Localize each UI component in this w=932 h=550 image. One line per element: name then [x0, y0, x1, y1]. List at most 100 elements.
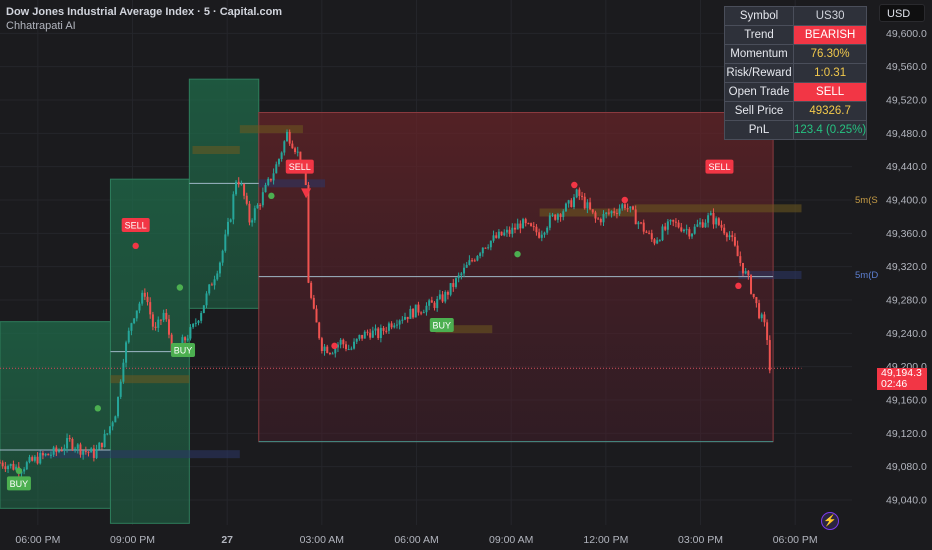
candle-body [454, 278, 457, 287]
candle-body [594, 212, 597, 219]
candle-body [548, 215, 551, 228]
candle-body [288, 131, 291, 144]
candle-body [159, 319, 162, 321]
candle-body [210, 284, 213, 286]
last-price-label: 49,194.3 02:46 [877, 368, 927, 390]
candle-body [310, 282, 313, 298]
candle-body [151, 314, 154, 327]
candle-body [744, 271, 747, 274]
candle-body [685, 229, 688, 231]
candle-body [143, 292, 146, 297]
bar-countdown: 02:46 [881, 378, 908, 390]
candle-body [232, 194, 235, 220]
candle-body [581, 195, 584, 197]
candle-body [599, 218, 602, 223]
candle-body [138, 303, 141, 311]
candle-body [471, 260, 474, 262]
candle-body [602, 214, 605, 223]
candle-body [650, 233, 653, 240]
candle-body [404, 316, 407, 320]
candle-body [669, 219, 672, 222]
candle-body [39, 453, 42, 464]
candle-body [44, 453, 47, 456]
candle-body [446, 291, 449, 295]
candle-body [680, 227, 683, 232]
candle-body [307, 185, 310, 283]
candle-body [656, 240, 659, 244]
candle-body [731, 235, 734, 238]
svg-text:SELL: SELL [289, 162, 311, 172]
candle-body [135, 310, 138, 319]
svg-text:BUY: BUY [10, 479, 29, 489]
candle-body [377, 328, 380, 338]
candle-body [519, 223, 522, 229]
candle-body [68, 438, 71, 440]
info-label: Sell Price [724, 101, 794, 121]
svg-text:BUY: BUY [433, 321, 452, 331]
candle-body [648, 232, 651, 234]
x-tick-label: 06:00 AM [394, 534, 438, 546]
candle-body [358, 334, 361, 339]
candle-body [106, 433, 109, 435]
candle-body [226, 221, 229, 235]
svg-text:SELL: SELL [125, 221, 147, 231]
y-tick-label: 49,480.0 [886, 128, 927, 140]
currency-selector[interactable]: USD [879, 4, 925, 22]
candle-body [409, 308, 412, 319]
candle-body [425, 305, 428, 313]
candle-body [412, 308, 415, 318]
candle-body [449, 283, 452, 295]
candle-body [766, 322, 769, 341]
candle-body [712, 212, 715, 225]
candle-body [554, 214, 557, 220]
candle-body [634, 209, 637, 225]
candle-body [430, 300, 433, 303]
flash-icon[interactable]: ⚡ [821, 512, 839, 530]
candle-body [414, 304, 417, 318]
candle-body [390, 323, 393, 328]
candle-body [275, 164, 278, 174]
candle-body [331, 353, 334, 355]
y-tick-label: 49,040.0 [886, 495, 927, 507]
candle-body [642, 222, 645, 232]
candle-body [87, 451, 90, 453]
candle-body [256, 205, 259, 209]
candle-body [741, 262, 744, 274]
info-label: Momentum [724, 44, 794, 64]
signal-dot-up [15, 467, 23, 475]
candle-body [503, 232, 506, 236]
candle-body [387, 323, 390, 331]
candle-body [267, 178, 270, 185]
info-value: US30 [792, 6, 868, 26]
svg-text:SELL: SELL [708, 162, 730, 172]
candle-body [114, 416, 117, 423]
candle-body [492, 235, 495, 241]
candle-body [350, 348, 353, 350]
x-tick-label: 03:00 PM [678, 534, 723, 546]
candle-body [586, 202, 589, 209]
candle-body [361, 334, 364, 339]
candle-body [149, 302, 152, 315]
sell-signal-label: SELL [705, 159, 734, 174]
candle-body [728, 235, 731, 238]
candle-body [117, 396, 120, 417]
zone-band [37, 450, 240, 459]
candle-body [699, 222, 702, 225]
candle-body [90, 448, 93, 453]
y-tick-label: 49,360.0 [886, 228, 927, 240]
candle-body [28, 457, 31, 463]
zone-band [239, 125, 303, 134]
candle-body [691, 233, 694, 237]
candle-body [524, 219, 527, 224]
candle-body [103, 433, 106, 448]
zone-band [192, 146, 240, 154]
candle-body [701, 222, 704, 228]
candle-body [323, 346, 326, 352]
candle-body [36, 456, 39, 464]
candle-body [613, 211, 616, 214]
info-row: Sell Price 49326.7 [724, 101, 868, 121]
info-value: SELL [792, 82, 868, 102]
info-value: BEARISH [792, 25, 868, 45]
info-label: Risk/Reward [724, 63, 794, 83]
candle-body [653, 239, 656, 244]
